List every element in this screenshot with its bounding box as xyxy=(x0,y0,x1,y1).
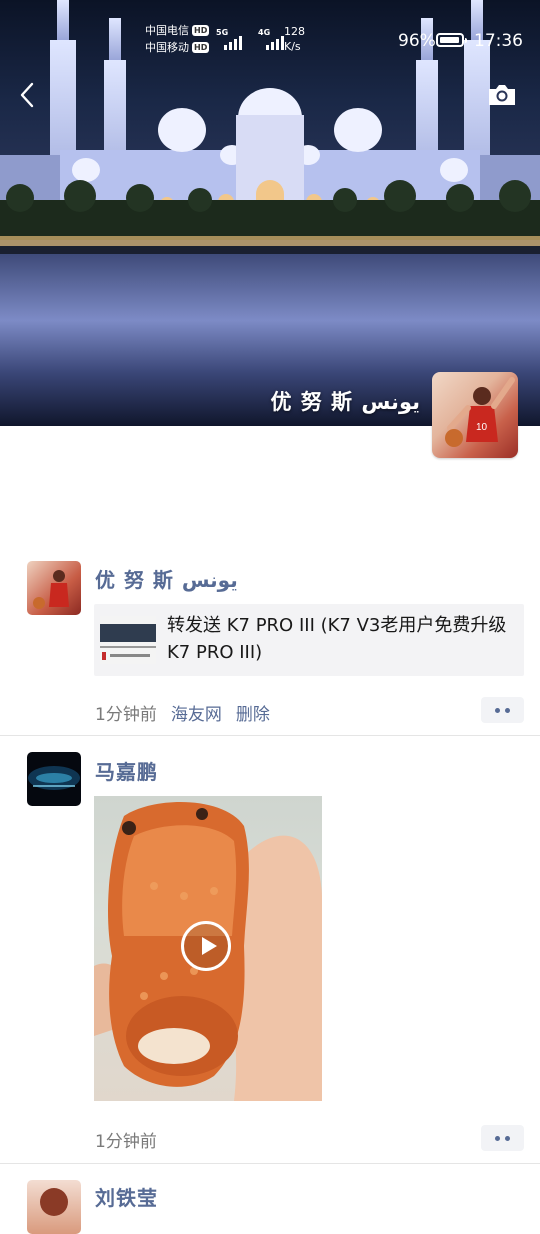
battery-percent: 96% xyxy=(398,31,436,51)
divider xyxy=(0,1163,540,1164)
delete-button[interactable]: 删除 xyxy=(236,700,270,725)
hd-badge: HD xyxy=(192,25,210,36)
carrier-2: 中国移动 xyxy=(145,41,189,54)
author-name[interactable]: 刘铁莹 xyxy=(95,1182,158,1211)
video-thumbnail[interactable] xyxy=(94,796,322,1101)
profile-name: 优 努 斯 يونس xyxy=(270,390,420,414)
post-time: 1分钟前 xyxy=(95,1132,157,1152)
profile-avatar[interactable]: 10 xyxy=(432,372,518,458)
dot-icon xyxy=(495,1135,500,1141)
cover-image[interactable]: 中国电信HD 中国移动HD 5G 4G 128 K/s 96% 17:36 xyxy=(0,0,540,426)
clock: 17:36 xyxy=(474,31,523,51)
post-source-link[interactable]: 海友网 xyxy=(171,700,222,725)
chevron-left-icon xyxy=(20,82,34,108)
dot-icon xyxy=(495,707,500,713)
shared-link-thumbnail xyxy=(100,616,156,664)
signal-5g-icon: 5G xyxy=(216,28,246,50)
carrier-1: 中国电信 xyxy=(145,24,189,37)
dot-icon xyxy=(505,707,510,713)
author-avatar[interactable] xyxy=(27,752,81,806)
author-name[interactable]: 优 努 斯 يونس xyxy=(95,564,238,593)
status-bar: 中国电信 HD 中国移动 HD 5G 4G 128 K/s 96% 17:36 xyxy=(0,0,540,64)
post-meta: 1分钟前 海友网 删除 xyxy=(95,700,270,725)
post-time: 1分钟前 xyxy=(95,705,157,725)
camera-icon xyxy=(489,85,515,105)
signal-indicators: 5G 4G xyxy=(216,28,288,50)
author-avatar[interactable] xyxy=(27,561,81,615)
shared-link-card[interactable]: 转发送 K7 PRO III (K7 V3老用户免费升级K7 PRO III) xyxy=(94,604,524,676)
divider xyxy=(0,735,540,736)
dot-icon xyxy=(505,1135,510,1141)
shared-link-title: 转发送 K7 PRO III (K7 V3老用户免费升级K7 PRO III) xyxy=(167,615,507,663)
back-button[interactable] xyxy=(14,80,44,110)
battery-fill xyxy=(440,37,459,43)
play-icon[interactable] xyxy=(181,921,231,971)
carrier-info: 中国电信 HD 中国移动 HD xyxy=(145,22,210,56)
author-avatar[interactable] xyxy=(27,1180,81,1234)
more-actions-button[interactable] xyxy=(481,697,524,723)
author-name[interactable]: 马嘉鹏 xyxy=(95,756,158,785)
battery-icon xyxy=(436,33,467,47)
basketball-player-avatar: 10 xyxy=(445,377,515,447)
camera-button[interactable] xyxy=(486,80,518,110)
more-actions-button[interactable] xyxy=(481,1125,524,1151)
hd-badge: HD xyxy=(192,42,210,53)
network-speed: 128 K/s xyxy=(284,25,305,53)
svg-text:10: 10 xyxy=(476,422,488,433)
post-meta: 1分钟前 xyxy=(95,1127,157,1152)
